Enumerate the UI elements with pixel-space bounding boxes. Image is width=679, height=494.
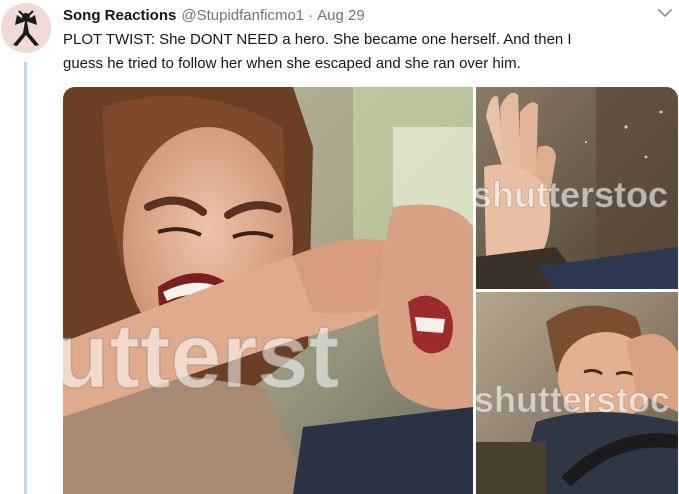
photo-hand-window: shutterstoc — [476, 87, 678, 289]
ribbon-silhouette-icon — [1, 3, 51, 53]
media-image-main[interactable]: utterst — [63, 87, 473, 494]
tweet-text-line-2: guess he tried to follow her when she es… — [63, 55, 521, 72]
thread-line — [24, 62, 27, 494]
tweet-menu-button[interactable] — [657, 7, 673, 19]
watermark-main: utterst — [63, 305, 339, 407]
chevron-down-icon — [658, 9, 672, 17]
tweet-header: Song Reactions @Stupidfanficmo1 · Aug 29 — [63, 5, 669, 25]
media-image-bottom-right[interactable]: shutterstoc — [476, 292, 678, 494]
avatar[interactable] — [1, 3, 51, 53]
tweet-text: PLOT TWIST: She DONT NEED a hero. She be… — [63, 28, 663, 76]
user-handle[interactable]: @Stupidfanficmo1 — [181, 7, 304, 24]
photo-man-in-car: shutterstoc — [476, 292, 678, 494]
separator-dot: · — [308, 6, 314, 24]
tweet-text-line-1: PLOT TWIST: She DONT NEED a hero. She be… — [63, 31, 572, 48]
media-grid: utterst shutterstoc shutterstoc — [63, 87, 678, 494]
display-name[interactable]: Song Reactions — [63, 7, 176, 24]
tweet-date[interactable]: Aug 29 — [317, 7, 365, 24]
watermark-top-right: shutterstoc — [476, 174, 668, 215]
media-image-top-right[interactable]: shutterstoc — [476, 87, 678, 289]
photo-punch: utterst — [63, 87, 473, 494]
watermark-bottom-right: shutterstoc — [476, 379, 670, 420]
